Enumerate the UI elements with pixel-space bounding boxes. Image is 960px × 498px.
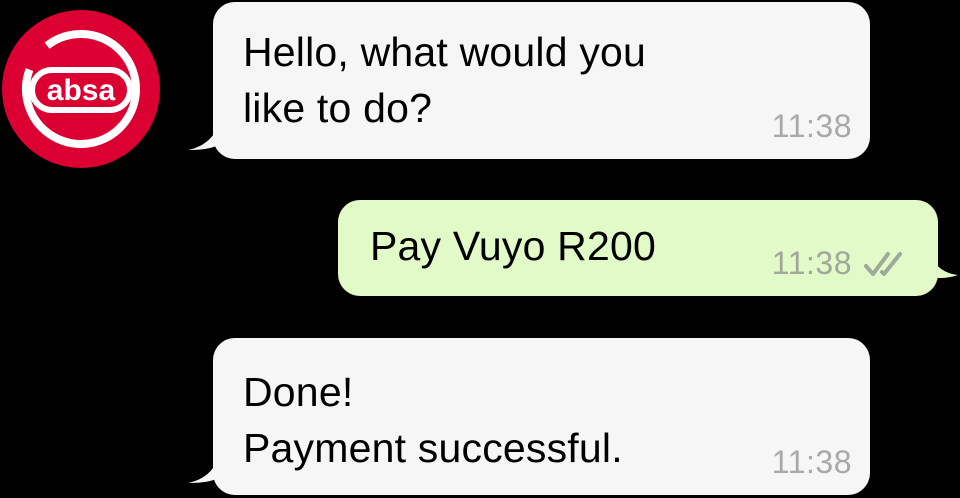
double-check-icon	[864, 252, 902, 276]
message-line: Pay Vuyo R200	[370, 223, 656, 269]
message-bubble-incoming[interactable]: Hello, what would you like to do? 11:38	[213, 2, 870, 159]
message-line: Payment successful.	[243, 425, 623, 471]
message-text: Done! Payment successful.	[243, 364, 623, 476]
message-line: like to do?	[243, 85, 433, 131]
message-timestamp: 11:38	[771, 108, 852, 144]
absa-logo-icon: absa	[2, 10, 160, 168]
absa-logo-text: absa	[47, 74, 116, 107]
message-bubble-incoming[interactable]: Done! Payment successful. 11:38	[213, 338, 870, 495]
message-text: Pay Vuyo R200	[370, 218, 656, 274]
message-bubble-outgoing[interactable]: Pay Vuyo R200 11:38	[338, 200, 938, 296]
message-timestamp: 11:38	[771, 245, 852, 281]
message-text: Hello, what would you like to do?	[243, 24, 646, 136]
message-line: Hello, what would you	[243, 29, 647, 75]
absa-logo-avatar: absa	[2, 10, 160, 168]
message-line: Done!	[243, 369, 354, 415]
message-timestamp: 11:38	[771, 444, 852, 480]
